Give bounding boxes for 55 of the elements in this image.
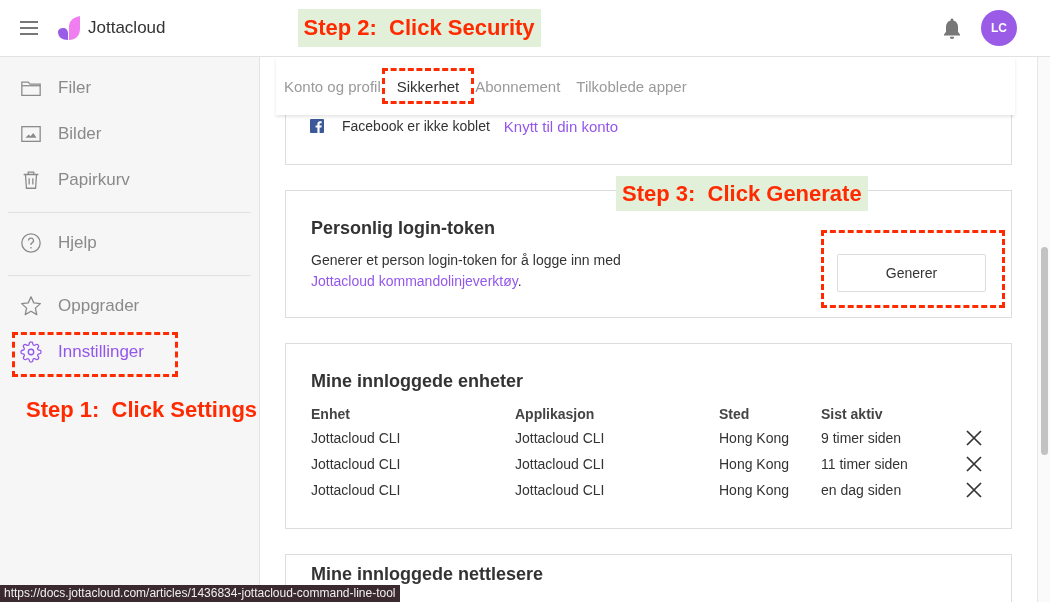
- step-instruction: Step 2: Click Security: [297, 9, 541, 47]
- table-cell-text: Jottacloud CLI: [515, 482, 606, 498]
- column-header: Enhet: [311, 406, 351, 422]
- tab[interactable]: Sikkerhet: [388, 71, 468, 101]
- sidebar-item[interactable]: Innstillinger: [20, 340, 144, 364]
- table-cell-text: Hong Kong: [719, 456, 791, 472]
- sidebar-item[interactable]: Papirkurv: [20, 168, 130, 192]
- image-icon: [20, 123, 42, 145]
- panel-title: Mine innloggede enheter: [311, 370, 525, 393]
- token-description: Generer et person login-token for å logge inn med Jottacloud kommandolinjeverktøy.: [311, 251, 622, 291]
- table-cell-text: Jottacloud CLI: [515, 430, 606, 446]
- cli-tool-link[interactable]: Jottacloud kommandolinjeverktøy: [311, 273, 518, 289]
- connect-account-link[interactable]: Knytt til din konto: [503, 117, 619, 135]
- table-cell-text: Hong Kong: [719, 430, 791, 446]
- remove-device-button[interactable]: [966, 430, 982, 446]
- step-instruction: Step 3: Click Generate: [616, 176, 868, 211]
- step-instruction: Step 1: Click Settings: [25, 397, 259, 423]
- app-name: Jottacloud: [88, 18, 166, 38]
- facebook-logo-icon: [310, 119, 324, 133]
- bell-icon[interactable]: [942, 16, 962, 40]
- avatar-button[interactable]: LC: [981, 10, 1017, 46]
- tab[interactable]: Konto og profil: [276, 71, 389, 101]
- leaf-logo-icon: [57, 16, 81, 40]
- column-header: Sist aktiv: [821, 406, 884, 422]
- column-header: Applikasjon: [515, 406, 596, 422]
- table-cell-text: 9 timer siden: [821, 430, 903, 446]
- table-cell-text: 11 timer siden: [821, 456, 909, 472]
- settings-icon: [20, 341, 42, 363]
- remove-device-button[interactable]: [966, 482, 982, 498]
- star-icon: [20, 295, 42, 317]
- panel-title: Mine innloggede nettlesere: [311, 563, 545, 585]
- sidebar-item[interactable]: Hjelp: [20, 231, 97, 255]
- sidebar-item[interactable]: Bilder: [20, 122, 102, 146]
- table-cell-text: Jottacloud CLI: [515, 456, 606, 472]
- scrollbar-thumb[interactable]: [1040, 247, 1048, 455]
- table-cell-text: en dag siden: [821, 482, 903, 498]
- table-cell-text: Hong Kong: [719, 482, 791, 498]
- panel-title: Personlig login-token: [311, 217, 496, 240]
- remove-device-button[interactable]: [966, 456, 982, 472]
- close-icon: [966, 430, 982, 446]
- table-cell-text: Jottacloud CLI: [311, 430, 402, 446]
- connection-status: Facebook er ikke koblet: [342, 118, 490, 134]
- help-icon: [20, 232, 42, 254]
- close-icon: [966, 482, 982, 498]
- table-cell-text: Jottacloud CLI: [311, 456, 402, 472]
- tab[interactable]: Tilkoblede apper: [568, 71, 695, 101]
- generate-button[interactable]: Generer: [837, 254, 986, 292]
- close-icon: [966, 456, 982, 472]
- sidebar-item[interactable]: Oppgrader: [20, 294, 140, 318]
- table-cell-text: Jottacloud CLI: [311, 482, 402, 498]
- link-url-preview: https://docs.jottacloud.com/articles/1436834-jottacloud-command-line-tool: [0, 585, 400, 602]
- sidebar-item[interactable]: Filer: [20, 76, 92, 100]
- tab[interactable]: Abonnement: [467, 71, 569, 101]
- menu-icon[interactable]: [20, 21, 38, 35]
- column-header: Sted: [719, 406, 751, 422]
